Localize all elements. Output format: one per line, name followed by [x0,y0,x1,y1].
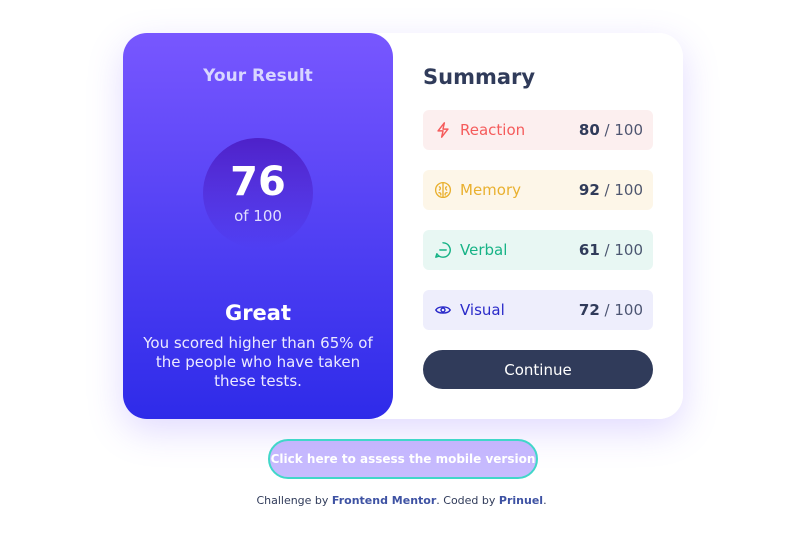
summary-score: 72 [578,301,600,319]
chat-bubble-icon [433,240,453,260]
brain-icon [433,180,453,200]
summary-max: / 100 [604,181,643,199]
summary-row-verbal: Verbal 61 / 100 [423,230,653,270]
result-description: You scored higher than 65% of the people… [143,334,373,390]
assess-mobile-button[interactable]: Click here to assess the mobile version [268,439,538,479]
summary-label: Reaction [460,121,526,139]
summary-score: 92 [578,181,600,199]
summary-label: Verbal [460,241,508,259]
result-panel: Your Result 76 of 100 Great You scored h… [123,33,393,419]
summary-value: 72 / 100 [579,301,643,319]
summary-label: Visual [460,301,505,319]
summary-score: 80 [578,121,600,139]
summary-title: Summary [423,65,536,89]
summary-max: / 100 [604,241,643,259]
grade-label: Great [224,301,292,325]
attribution: Challenge by Frontend Mentor. Coded by P… [0,494,803,508]
summary-score: 61 [578,241,600,259]
attribution-middle: . Coded by [436,494,496,507]
lightning-icon [433,120,453,140]
summary-value: 92 / 100 [579,181,643,199]
summary-label: Memory [460,181,522,199]
results-card: Your Result 76 of 100 Great You scored h… [123,33,683,419]
author-link[interactable]: Prinuel [499,494,543,507]
result-title: Your Result [203,66,313,86]
summary-max: / 100 [604,301,643,319]
attribution-prefix: Challenge by [256,494,329,507]
summary-row-visual: Visual 72 / 100 [423,290,653,330]
frontend-mentor-link[interactable]: Frontend Mentor [332,494,436,507]
score-of: of 100 [234,207,282,225]
summary-max: / 100 [604,121,643,139]
summary-panel: Summary Reaction 80 / 100 Memory 92 / 10… [393,33,683,419]
continue-button[interactable]: Continue [423,350,653,389]
summary-value: 61 / 100 [579,241,643,259]
eye-icon [433,300,453,320]
score-circle: 76 of 100 [203,138,313,248]
score-value: 76 [230,159,286,205]
attribution-suffix: . [543,494,547,507]
summary-row-reaction: Reaction 80 / 100 [423,110,653,150]
summary-row-memory: Memory 92 / 100 [423,170,653,210]
summary-value: 80 / 100 [579,121,643,139]
